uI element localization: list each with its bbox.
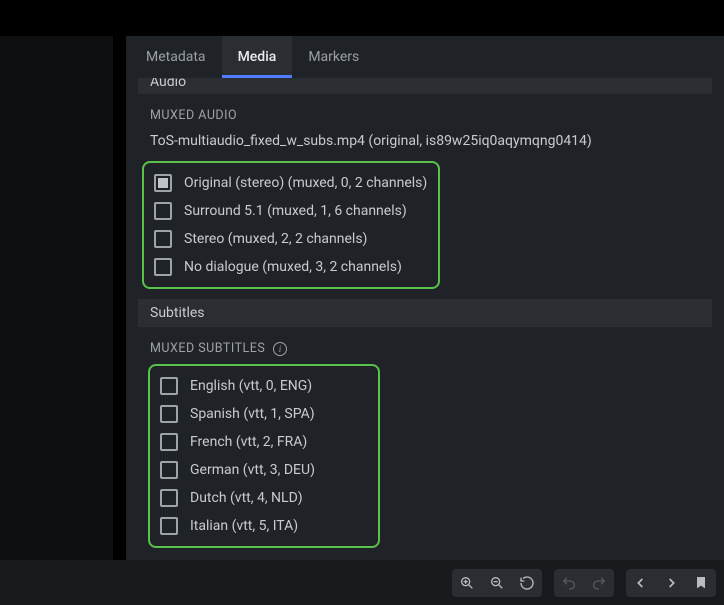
subtitle-track-row[interactable]: German (vtt, 3, DEU) bbox=[158, 456, 370, 484]
subtitle-track-label: Dutch (vtt, 4, NLD) bbox=[190, 490, 303, 506]
zoom-out-button[interactable] bbox=[484, 571, 510, 595]
subtitle-track-label: German (vtt, 3, DEU) bbox=[190, 462, 315, 478]
tab-media[interactable]: Media bbox=[222, 36, 293, 78]
subtitle-track-checkbox[interactable] bbox=[160, 489, 178, 507]
tab-markers[interactable]: Markers bbox=[292, 36, 375, 78]
audio-tracks-highlight: Original (stereo) (muxed, 0, 2 channels)… bbox=[142, 161, 440, 289]
subtitle-track-row[interactable]: English (vtt, 0, ENG) bbox=[158, 372, 370, 400]
subtitle-track-checkbox[interactable] bbox=[160, 517, 178, 535]
bottom-toolbar bbox=[0, 560, 724, 605]
subtitle-track-label: French (vtt, 2, FRA) bbox=[190, 434, 307, 450]
subtitle-track-row[interactable]: French (vtt, 2, FRA) bbox=[158, 428, 370, 456]
info-icon[interactable]: i bbox=[273, 342, 287, 356]
subtitle-track-row[interactable]: Dutch (vtt, 4, NLD) bbox=[158, 484, 370, 512]
subtitle-track-label: Spanish (vtt, 1, SPA) bbox=[190, 406, 315, 422]
subtitle-track-checkbox[interactable] bbox=[160, 377, 178, 395]
undo-button[interactable] bbox=[556, 571, 582, 595]
section-header-audio[interactable]: Audio bbox=[138, 78, 712, 94]
zoom-in-button[interactable] bbox=[454, 571, 480, 595]
audio-track-label: Original (stereo) (muxed, 0, 2 channels) bbox=[184, 175, 427, 191]
muxed-subtitles-subheader: MUXED SUBTITLES bbox=[150, 341, 265, 356]
subtitle-track-checkbox[interactable] bbox=[160, 433, 178, 451]
nav-tool-group bbox=[626, 569, 716, 597]
audio-track-checkbox[interactable] bbox=[154, 202, 172, 220]
next-button[interactable] bbox=[658, 571, 684, 595]
left-sidebar bbox=[0, 36, 114, 560]
audio-track-row[interactable]: Surround 5.1 (muxed, 1, 6 channels) bbox=[152, 197, 430, 225]
audio-track-label: No dialogue (muxed, 3, 2 channels) bbox=[184, 259, 402, 275]
zoom-reset-button[interactable] bbox=[514, 571, 540, 595]
muxed-audio-subheader: MUXED AUDIO bbox=[150, 108, 237, 123]
audio-file-line: ToS-multiaudio_fixed_w_subs.mp4 (origina… bbox=[138, 127, 712, 161]
tag-button[interactable] bbox=[688, 571, 714, 595]
audio-track-row[interactable]: No dialogue (muxed, 3, 2 channels) bbox=[152, 253, 430, 281]
audio-track-label: Stereo (muxed, 2, 2 channels) bbox=[184, 231, 367, 247]
audio-track-row[interactable]: Original (stereo) (muxed, 0, 2 channels) bbox=[152, 169, 430, 197]
subtitle-track-row[interactable]: Italian (vtt, 5, ITA) bbox=[158, 512, 370, 540]
top-bar bbox=[0, 0, 724, 36]
subtitle-track-checkbox[interactable] bbox=[160, 461, 178, 479]
subtitle-track-checkbox[interactable] bbox=[160, 405, 178, 423]
redo-button[interactable] bbox=[586, 571, 612, 595]
subtitle-track-label: Italian (vtt, 5, ITA) bbox=[190, 518, 298, 534]
audio-track-checkbox[interactable] bbox=[154, 258, 172, 276]
tab-metadata[interactable]: Metadata bbox=[130, 36, 222, 78]
subtitle-tracks-highlight: English (vtt, 0, ENG) Spanish (vtt, 1, SP… bbox=[148, 364, 380, 548]
subtitle-track-label: English (vtt, 0, ENG) bbox=[190, 378, 312, 394]
audio-track-label: Surround 5.1 (muxed, 1, 6 channels) bbox=[184, 203, 407, 219]
section-header-subtitles[interactable]: Subtitles bbox=[138, 299, 712, 327]
prev-button[interactable] bbox=[628, 571, 654, 595]
audio-track-row[interactable]: Stereo (muxed, 2, 2 channels) bbox=[152, 225, 430, 253]
subtitle-track-row[interactable]: Spanish (vtt, 1, SPA) bbox=[158, 400, 370, 428]
audio-track-checkbox[interactable] bbox=[154, 174, 172, 192]
zoom-tool-group bbox=[452, 569, 542, 597]
history-tool-group bbox=[554, 569, 614, 597]
audio-track-checkbox[interactable] bbox=[154, 230, 172, 248]
panel-tabs: Metadata Media Markers bbox=[126, 36, 724, 78]
inspector-panel: Metadata Media Markers Audio MUXED AUDIO… bbox=[126, 36, 724, 560]
